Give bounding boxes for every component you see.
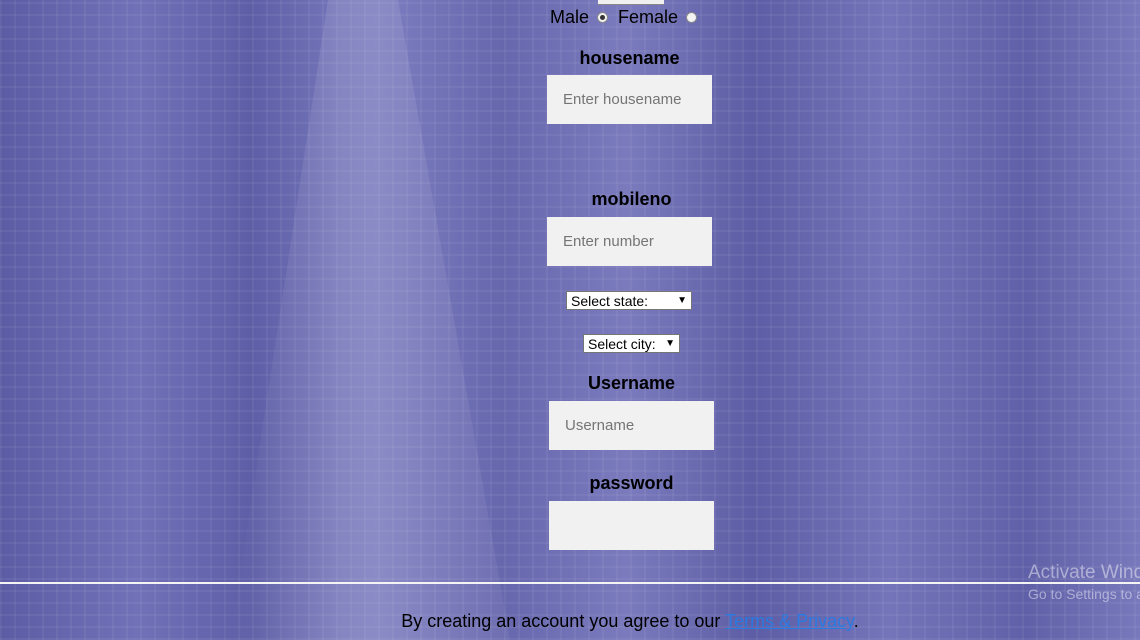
previous-input-edge[interactable] [598, 0, 664, 5]
terms-notice-prefix: By creating an account you agree to our [401, 611, 726, 631]
female-radio[interactable] [686, 11, 698, 23]
mobileno-label: mobileno [591, 189, 672, 209]
registration-form: Male Female housename mobileno Select st… [0, 0, 1140, 640]
watermark-line-2: Go to Settings to activate Windows. [1028, 586, 1140, 602]
dropdown-arrow-icon: ▼ [665, 338, 675, 349]
female-label: Female [618, 6, 679, 27]
username-label: Username [587, 373, 676, 393]
activate-windows-watermark: Activate Windows Go to Settings to activ… [1028, 562, 1140, 602]
city-select-value: Select city: [588, 335, 656, 352]
password-label: password [589, 473, 674, 493]
state-select[interactable]: Select state: ▼ [566, 291, 692, 310]
username-input[interactable] [549, 401, 714, 450]
password-input[interactable] [549, 501, 714, 550]
terms-notice: By creating an account you agree to our … [0, 611, 1140, 632]
terms-privacy-link[interactable]: Terms & Privacy [725, 611, 854, 631]
gender-radio-group: Male Female [550, 6, 707, 28]
city-select[interactable]: Select city: ▼ [583, 334, 680, 353]
dropdown-arrow-icon: ▼ [677, 295, 687, 306]
male-radio[interactable] [597, 11, 609, 23]
watermark-line-1: Activate Windows [1028, 562, 1140, 583]
state-select-value: Select state: [571, 292, 649, 309]
housename-input[interactable] [547, 75, 712, 124]
footer-divider [0, 582, 1140, 584]
male-label: Male [550, 6, 590, 27]
mobileno-input[interactable] [547, 217, 712, 266]
housename-label: housename [579, 48, 680, 68]
terms-notice-suffix: . [853, 611, 859, 631]
